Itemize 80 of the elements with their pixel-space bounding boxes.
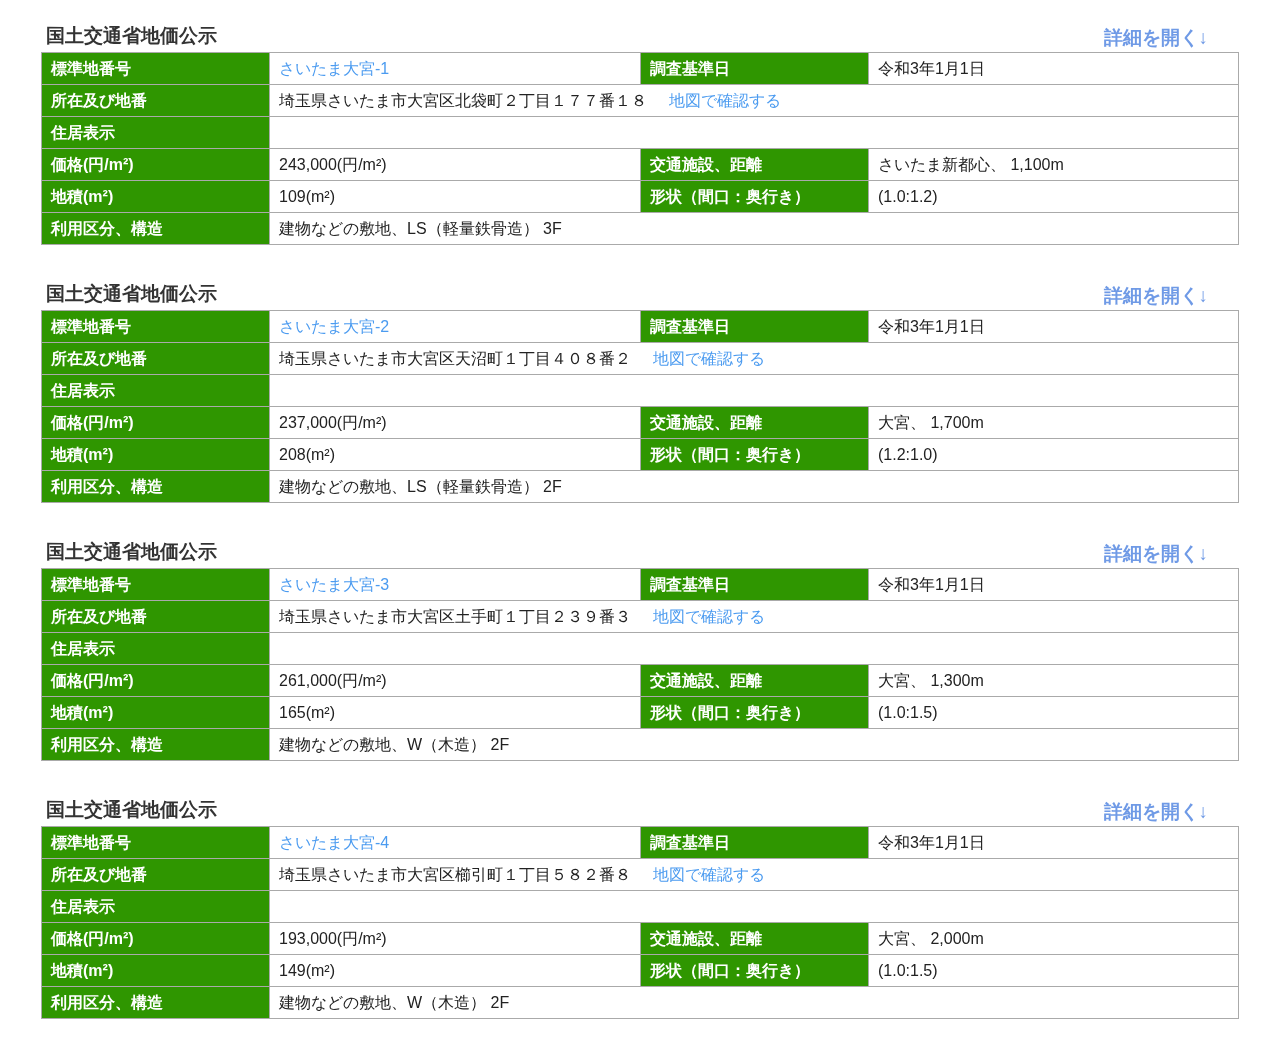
number-link[interactable]: さいたま大宮-1 xyxy=(279,59,390,77)
address-text: 埼玉県さいたま市大宮区天沼町１丁目４０８番２ xyxy=(279,349,631,367)
field-label: 地積(m²) xyxy=(41,954,270,987)
section-title: 国土交通省地価公示 xyxy=(46,541,217,565)
table-cell: 大宮、 1,700m xyxy=(868,406,1239,439)
field-label: 標準地番号 xyxy=(41,826,270,859)
table-cell: 208(m²) xyxy=(269,438,641,471)
table-cell: 建物などの敷地、W（木造） 2F xyxy=(269,728,1239,761)
field-label: 所在及び地番 xyxy=(41,600,270,633)
table-cell: 建物などの敷地、LS（軽量鉄骨造） 3F xyxy=(269,212,1239,245)
field-label: 利用区分、構造 xyxy=(41,728,270,761)
table-cell: 令和3年1月1日 xyxy=(868,52,1239,85)
table-cell: 165(m²) xyxy=(269,696,641,729)
field-label: 形状（間口：奥行き） xyxy=(640,954,869,987)
field-label: 利用区分、構造 xyxy=(41,470,270,503)
address-text: 埼玉県さいたま市大宮区櫛引町１丁目５８２番８ xyxy=(279,865,631,883)
field-label: 価格(円/m²) xyxy=(41,148,270,181)
field-label: 所在及び地番 xyxy=(41,342,270,375)
table-cell: 237,000(円/m²) xyxy=(269,406,641,439)
field-label: 価格(円/m²) xyxy=(41,664,270,697)
field-label: 形状（間口：奥行き） xyxy=(640,438,869,471)
field-label: 調査基準日 xyxy=(640,310,869,343)
table-cell: (1.0:1.5) xyxy=(868,954,1239,987)
address-text: 埼玉県さいたま市大宮区土手町１丁目２３９番３ xyxy=(279,607,631,625)
field-label: 価格(円/m²) xyxy=(41,406,270,439)
field-label: 住居表示 xyxy=(41,116,270,149)
field-label: 形状（間口：奥行き） xyxy=(640,180,869,213)
field-label: 利用区分、構造 xyxy=(41,212,270,245)
field-label: 利用区分、構造 xyxy=(41,986,270,1019)
details-link[interactable]: 詳細を開く↓ xyxy=(1103,797,1208,826)
section-title: 国土交通省地価公示 xyxy=(46,25,217,49)
field-label: 調査基準日 xyxy=(640,568,869,601)
field-label: 調査基準日 xyxy=(640,826,869,859)
field-label: 標準地番号 xyxy=(41,568,270,601)
field-label: 所在及び地番 xyxy=(41,858,270,891)
field-label: 地積(m²) xyxy=(41,180,270,213)
table-cell: 261,000(円/m²) xyxy=(269,664,641,697)
field-label: 調査基準日 xyxy=(640,52,869,85)
details-link[interactable]: 詳細を開く↓ xyxy=(1103,23,1208,52)
table-cell: 令和3年1月1日 xyxy=(868,568,1239,601)
map-link[interactable]: 地図で確認する xyxy=(653,349,765,367)
map-link[interactable]: 地図で確認する xyxy=(669,91,781,109)
map-link[interactable]: 地図で確認する xyxy=(653,865,765,883)
table-cell: (1.0:1.2) xyxy=(868,180,1239,213)
table-cell: 243,000(円/m²) xyxy=(269,148,641,181)
table-cell: 109(m²) xyxy=(269,180,641,213)
field-label: 交通施設、距離 xyxy=(640,922,869,955)
details-link[interactable]: 詳細を開く↓ xyxy=(1103,539,1208,568)
field-label: 交通施設、距離 xyxy=(640,148,869,181)
field-label: 地積(m²) xyxy=(41,438,270,471)
table-cell: 建物などの敷地、LS（軽量鉄骨造） 2F xyxy=(269,470,1239,503)
section-title: 国土交通省地価公示 xyxy=(46,799,217,823)
field-label: 住居表示 xyxy=(41,374,270,407)
table-cell: 193,000(円/m²) xyxy=(269,922,641,955)
field-label: 交通施設、距離 xyxy=(640,406,869,439)
table-cell: 令和3年1月1日 xyxy=(868,310,1239,343)
table-cell: 令和3年1月1日 xyxy=(868,826,1239,859)
field-label: 形状（間口：奥行き） xyxy=(640,696,869,729)
field-label: 標準地番号 xyxy=(41,52,270,85)
table-cell: (1.0:1.5) xyxy=(868,696,1239,729)
table-cell: 149(m²) xyxy=(269,954,641,987)
address-text: 埼玉県さいたま市大宮区北袋町２丁目１７７番１８ xyxy=(279,91,647,109)
field-label: 交通施設、距離 xyxy=(640,664,869,697)
field-label: 価格(円/m²) xyxy=(41,922,270,955)
table-cell: さいたま新都心、 1,100m xyxy=(868,148,1239,181)
number-link[interactable]: さいたま大宮-3 xyxy=(279,575,390,593)
table-cell: 大宮、 2,000m xyxy=(868,922,1239,955)
field-label: 地積(m²) xyxy=(41,696,270,729)
table-cell: 建物などの敷地、W（木造） 2F xyxy=(269,986,1239,1019)
map-link[interactable]: 地図で確認する xyxy=(653,607,765,625)
section-title: 国土交通省地価公示 xyxy=(46,283,217,307)
field-label: 住居表示 xyxy=(41,632,270,665)
field-label: 標準地番号 xyxy=(41,310,270,343)
field-label: 住居表示 xyxy=(41,890,270,923)
number-link[interactable]: さいたま大宮-2 xyxy=(279,317,390,335)
field-label: 所在及び地番 xyxy=(41,84,270,117)
table-cell: (1.2:1.0) xyxy=(868,438,1239,471)
table-cell: 大宮、 1,300m xyxy=(868,664,1239,697)
details-link[interactable]: 詳細を開く↓ xyxy=(1103,281,1208,310)
number-link[interactable]: さいたま大宮-4 xyxy=(279,833,390,851)
